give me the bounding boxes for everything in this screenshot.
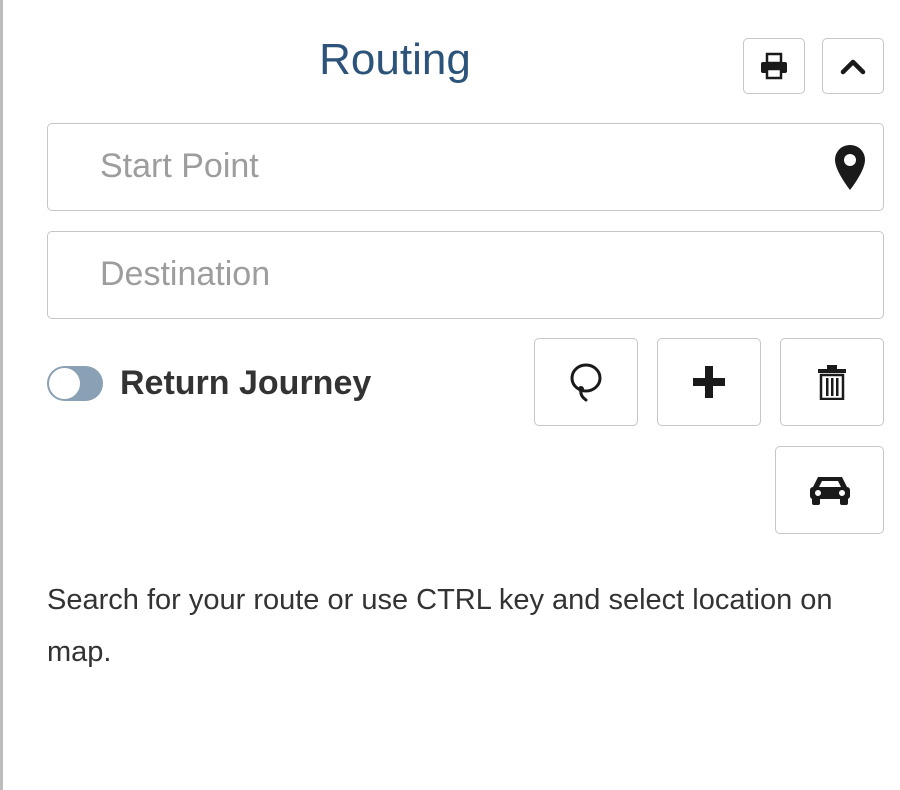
collapse-button[interactable] (822, 38, 884, 94)
return-journey-label: Return Journey (120, 364, 372, 402)
plus-icon (693, 366, 725, 398)
print-icon (761, 52, 787, 80)
print-button[interactable] (743, 38, 805, 94)
route-mode-car-button[interactable] (775, 446, 884, 534)
destination-field[interactable] (47, 231, 884, 319)
return-journey-toggle[interactable] (47, 366, 103, 401)
start-point-field[interactable] (47, 123, 884, 211)
start-point-input[interactable] (100, 124, 800, 209)
routing-panel: Routing Return Journey (0, 0, 900, 790)
routing-help-text: Search for your route or use CTRL key an… (47, 584, 833, 668)
lasso-icon (570, 363, 602, 402)
map-marker-icon[interactable] (833, 144, 867, 192)
toggle-knob (49, 368, 80, 399)
destination-input[interactable] (100, 232, 800, 317)
lasso-button[interactable] (534, 338, 638, 426)
delete-route-button[interactable] (780, 338, 884, 426)
add-waypoint-button[interactable] (657, 338, 761, 426)
chevron-up-icon (840, 59, 866, 75)
trash-icon (818, 365, 846, 400)
panel-title: Routing (319, 35, 471, 84)
car-icon (809, 477, 850, 505)
